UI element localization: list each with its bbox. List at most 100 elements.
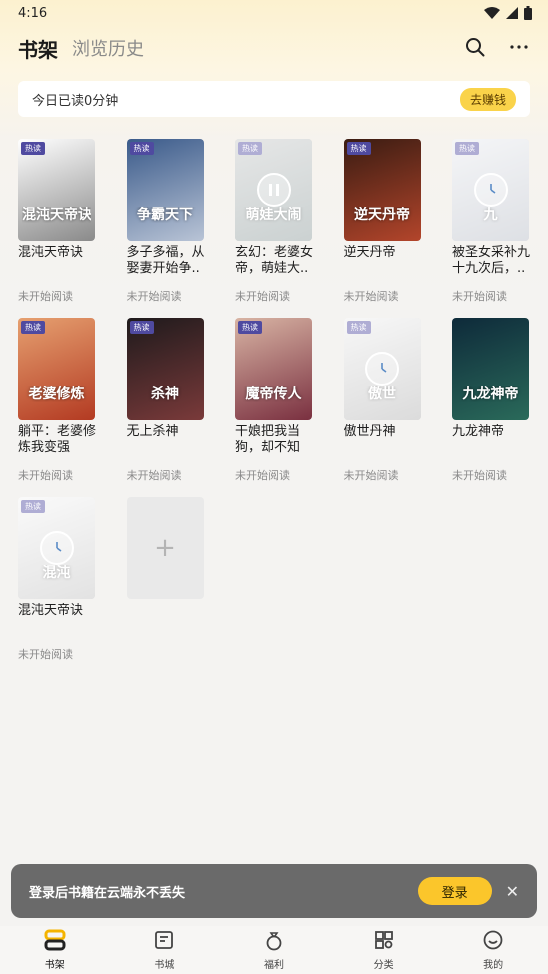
status-time: 4:16 [18, 5, 48, 21]
hot-read-badge: 热读 [129, 142, 154, 155]
book-title: 逆天丹帝 [343, 245, 396, 260]
reading-status: 未开始阅读 [126, 469, 182, 482]
book-title: 玄幻：老婆女帝，萌娃大.. [235, 245, 314, 276]
cover-title: 杀神 [151, 386, 179, 402]
book-title: 被圣女采补九十九次后，.. [452, 245, 531, 276]
reading-status: 未开始阅读 [235, 469, 290, 482]
book-grid: 混沌天帝诀 热读 混沌天帝诀 未开始阅读 争霸天下 热读 多子多福，从娶妻开始争.. 未开始阅… [18, 139, 538, 662]
nav-label: 福利 [263, 960, 284, 971]
add-book-button[interactable]: + [126, 497, 204, 599]
reading-status: 未开始阅读 [452, 469, 507, 482]
nav-item-welfare-bag[interactable]: 福利 [219, 926, 329, 974]
book-title: 混沌天帝诀 [18, 245, 84, 260]
reading-status: 未开始阅读 [452, 290, 507, 303]
clock-icon[interactable] [365, 352, 399, 386]
wifi-icon [484, 7, 500, 19]
hot-read-badge: 热读 [21, 142, 45, 155]
search-icon[interactable] [462, 34, 488, 60]
bottom-nav: 书架 书城 福利 分类 我的 [0, 926, 548, 974]
book-item[interactable]: 争霸天下 热读多子多福，从娶妻开始争.. 未开始阅读 [126, 139, 217, 304]
book-item[interactable]: 魔帝传人 热读干娘把我当狗，却不知我.. 未开始阅读 [235, 318, 325, 483]
book-cover[interactable]: 逆天丹帝 热读 [343, 139, 421, 241]
reading-status: 未开始阅读 [343, 469, 399, 482]
cover-title: 老婆修炼 [28, 386, 85, 402]
cover-title: 九龙神帝 [462, 386, 519, 402]
login-prompt-text: 登录后书籍在云端永不丢失 [29, 885, 186, 901]
tab-bookshelf[interactable]: 书架 [18, 34, 58, 63]
close-icon[interactable]: ✕ [506, 882, 519, 901]
book-cover[interactable]: 魔帝传人 热读 [235, 318, 312, 420]
bookshelf-icon [44, 929, 66, 956]
reading-status: 未开始阅读 [235, 290, 290, 303]
tab-browse-history[interactable]: 浏览历史 [72, 35, 144, 61]
download-overlay [343, 318, 421, 420]
cover-title: 逆天丹帝 [354, 207, 410, 223]
login-prompt-bar: 登录后书籍在云端永不丢失 登录 ✕ [11, 864, 537, 918]
book-title: 躺平：老婆修炼我变强 [18, 424, 97, 455]
reading-status: 未开始阅读 [18, 290, 73, 303]
cover-title: 魔帝传人 [245, 386, 302, 402]
profile-icon [482, 929, 504, 956]
book-item[interactable]: 九龙神帝 九龙神帝 未开始阅读 [452, 318, 542, 483]
book-item[interactable]: 傲世热读傲世丹神未开始阅读 [343, 318, 434, 483]
book-title: 多子多福，从娶妻开始争.. [126, 245, 205, 276]
download-overlay [452, 139, 529, 241]
cover-title: 混沌天帝诀 [22, 207, 91, 223]
login-button[interactable]: 登录 [417, 877, 492, 905]
reading-status: 未开始阅读 [343, 290, 399, 303]
hot-read-badge: 热读 [238, 321, 262, 334]
nav-item-bookshelf[interactable]: 书架 [0, 926, 110, 974]
download-overlay [235, 139, 312, 241]
nav-item-profile[interactable]: 我的 [438, 926, 548, 974]
reading-status: 未开始阅读 [18, 648, 73, 661]
book-item[interactable]: 混沌天帝诀 热读混沌天帝诀未开始阅读 [18, 139, 108, 304]
nav-label: 分类 [373, 960, 394, 971]
header: 书架 浏览历史 [0, 26, 548, 70]
book-cover[interactable]: 萌娃大闹热读 [235, 139, 312, 241]
nav-item-book-store[interactable]: 书城 [110, 926, 220, 974]
clock-icon[interactable] [473, 173, 508, 207]
hot-read-badge: 热读 [346, 142, 371, 155]
book-title: 傲世丹神 [343, 424, 396, 439]
battery-icon [524, 6, 532, 20]
nav-label: 书城 [154, 960, 175, 971]
book-title: 干娘把我当狗，却不知我.. [235, 424, 301, 455]
clock-icon[interactable] [39, 531, 74, 565]
add-book-item: + [126, 497, 217, 662]
nav-label: 书架 [44, 960, 65, 971]
book-cover[interactable]: 争霸天下 热读 [126, 139, 204, 241]
hot-read-badge: 热读 [129, 321, 154, 334]
book-title: 混沌天帝诀 [18, 603, 84, 618]
welfare-bag-icon [263, 929, 285, 956]
reading-time-text: 今日已读0分钟 [32, 93, 119, 109]
book-store-icon [153, 929, 175, 956]
book-title: 无上杀神 [126, 424, 179, 439]
pause-icon[interactable] [256, 173, 291, 207]
hot-read-badge: 热读 [21, 321, 45, 334]
book-title: 九龙神帝 [452, 424, 505, 439]
reading-status: 未开始阅读 [18, 469, 73, 482]
status-bar: 4:16 [0, 0, 548, 26]
reading-status: 未开始阅读 [126, 290, 182, 303]
earn-money-button[interactable]: 去赚钱 [459, 87, 516, 111]
nav-item-category-grid[interactable]: 分类 [329, 926, 439, 974]
book-cover[interactable]: 九龙神帝 [452, 318, 529, 420]
category-grid-icon [373, 929, 395, 956]
book-cover[interactable]: 九热读 [452, 139, 529, 241]
book-cover[interactable]: 混沌天帝诀 热读 [18, 139, 95, 241]
book-item[interactable]: 杀神 热读无上杀神未开始阅读 [126, 318, 217, 483]
book-item[interactable]: 老婆修炼 热读躺平：老婆修炼我变强未开始阅读 [18, 318, 108, 483]
nav-label: 我的 [483, 960, 504, 971]
cover-title: 争霸天下 [137, 207, 193, 223]
book-item[interactable]: 萌娃大闹热读玄幻：老婆女帝，萌娃大.. 未开始阅读 [235, 139, 325, 304]
book-cover[interactable]: 混沌热读 [18, 497, 95, 599]
book-item[interactable]: 九热读被圣女采补九十九次后，.. 未开始阅读 [452, 139, 542, 304]
book-cover[interactable]: 傲世热读 [343, 318, 421, 420]
reading-time-bar: 今日已读0分钟 去赚钱 [18, 81, 530, 117]
signal-icon [506, 7, 518, 19]
book-cover[interactable]: 杀神 热读 [126, 318, 204, 420]
book-item[interactable]: 混沌热读混沌天帝诀未开始阅读 [18, 497, 108, 662]
book-item[interactable]: 逆天丹帝 热读逆天丹帝未开始阅读 [343, 139, 434, 304]
book-cover[interactable]: 老婆修炼 热读 [18, 318, 95, 420]
more-icon[interactable] [506, 34, 532, 60]
